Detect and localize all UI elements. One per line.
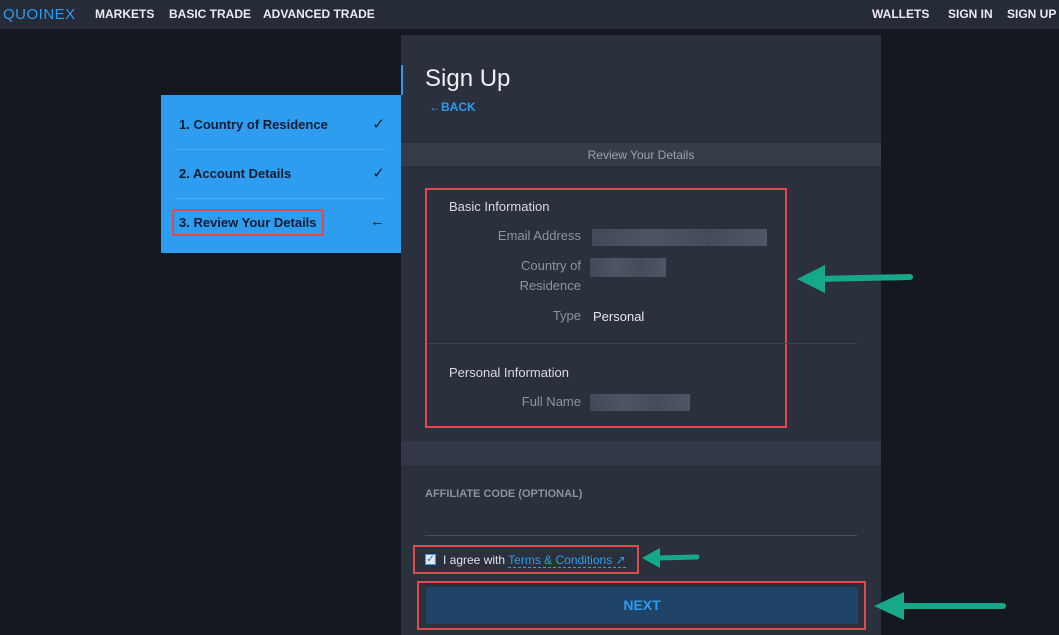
affiliate-code-input[interactable] xyxy=(425,507,857,536)
nav-wallets[interactable]: WALLETS xyxy=(872,7,929,21)
step-country[interactable]: 1. Country of Residence ✓ xyxy=(175,101,385,150)
checkmark-icon: ✓ xyxy=(372,165,385,182)
step-label: 1. Country of Residence xyxy=(179,117,328,132)
affiliate-code-label: AFFILIATE CODE (OPTIONAL) xyxy=(425,488,583,500)
type-label: Type xyxy=(552,308,581,323)
terms-link[interactable]: Terms & Conditions ↗ xyxy=(508,553,626,568)
email-label: Email Address xyxy=(497,228,581,243)
step-label: 3. Review Your Details xyxy=(179,215,317,230)
type-value: Personal xyxy=(593,309,645,324)
annotation-arrow-icon xyxy=(642,548,700,568)
personal-info-title: Personal Information xyxy=(449,365,569,380)
nav-sign-up[interactable]: SIGN UP xyxy=(1007,7,1056,21)
accent-bar xyxy=(401,65,403,95)
step-label: 2. Account Details xyxy=(179,166,292,181)
agree-checkbox[interactable]: ✓ xyxy=(425,554,436,565)
signup-steps: 1. Country of Residence ✓ 2. Account Det… xyxy=(161,95,401,253)
divider xyxy=(427,343,857,344)
section-separator xyxy=(401,441,881,465)
annotation-arrow-icon xyxy=(874,592,1006,620)
email-value-redacted xyxy=(592,229,767,246)
agree-prefix: I agree with xyxy=(443,553,509,567)
full-name-label: Full Name xyxy=(521,394,581,409)
quoinex-logo[interactable]: QUOINEX xyxy=(3,6,76,23)
nav-basic-trade[interactable]: BASIC TRADE xyxy=(169,7,251,21)
next-button[interactable]: NEXT xyxy=(426,587,858,624)
nav-sign-in[interactable]: SIGN IN xyxy=(948,7,993,21)
annotation-arrow-icon xyxy=(797,265,913,293)
nav-advanced-trade[interactable]: ADVANCED TRADE xyxy=(263,7,375,21)
step-account-details[interactable]: 2. Account Details ✓ xyxy=(175,150,385,199)
checkmark-icon: ✓ xyxy=(372,116,385,133)
section-header: Review Your Details xyxy=(401,143,881,166)
full-name-redacted xyxy=(590,394,690,411)
country-label-line2: Residence xyxy=(519,278,581,293)
top-nav: QUOINEX MARKETS BASIC TRADE ADVANCED TRA… xyxy=(0,0,1059,29)
section-header-text: Review Your Details xyxy=(587,148,695,162)
arrow-left-icon: ← xyxy=(370,213,385,230)
step-review-details[interactable]: 3. Review Your Details ← xyxy=(172,199,385,247)
back-link[interactable]: ←BACK xyxy=(429,100,476,114)
country-label-line1: Country of xyxy=(521,258,581,273)
agree-text: I agree with Terms & Conditions ↗ xyxy=(443,553,626,568)
country-value-redacted xyxy=(590,258,666,277)
basic-info-title: Basic Information xyxy=(449,199,550,214)
page-title: Sign Up xyxy=(425,65,511,92)
nav-markets[interactable]: MARKETS xyxy=(95,7,154,21)
signup-panel: Sign Up ←BACK Review Your Details Basic … xyxy=(401,35,881,635)
